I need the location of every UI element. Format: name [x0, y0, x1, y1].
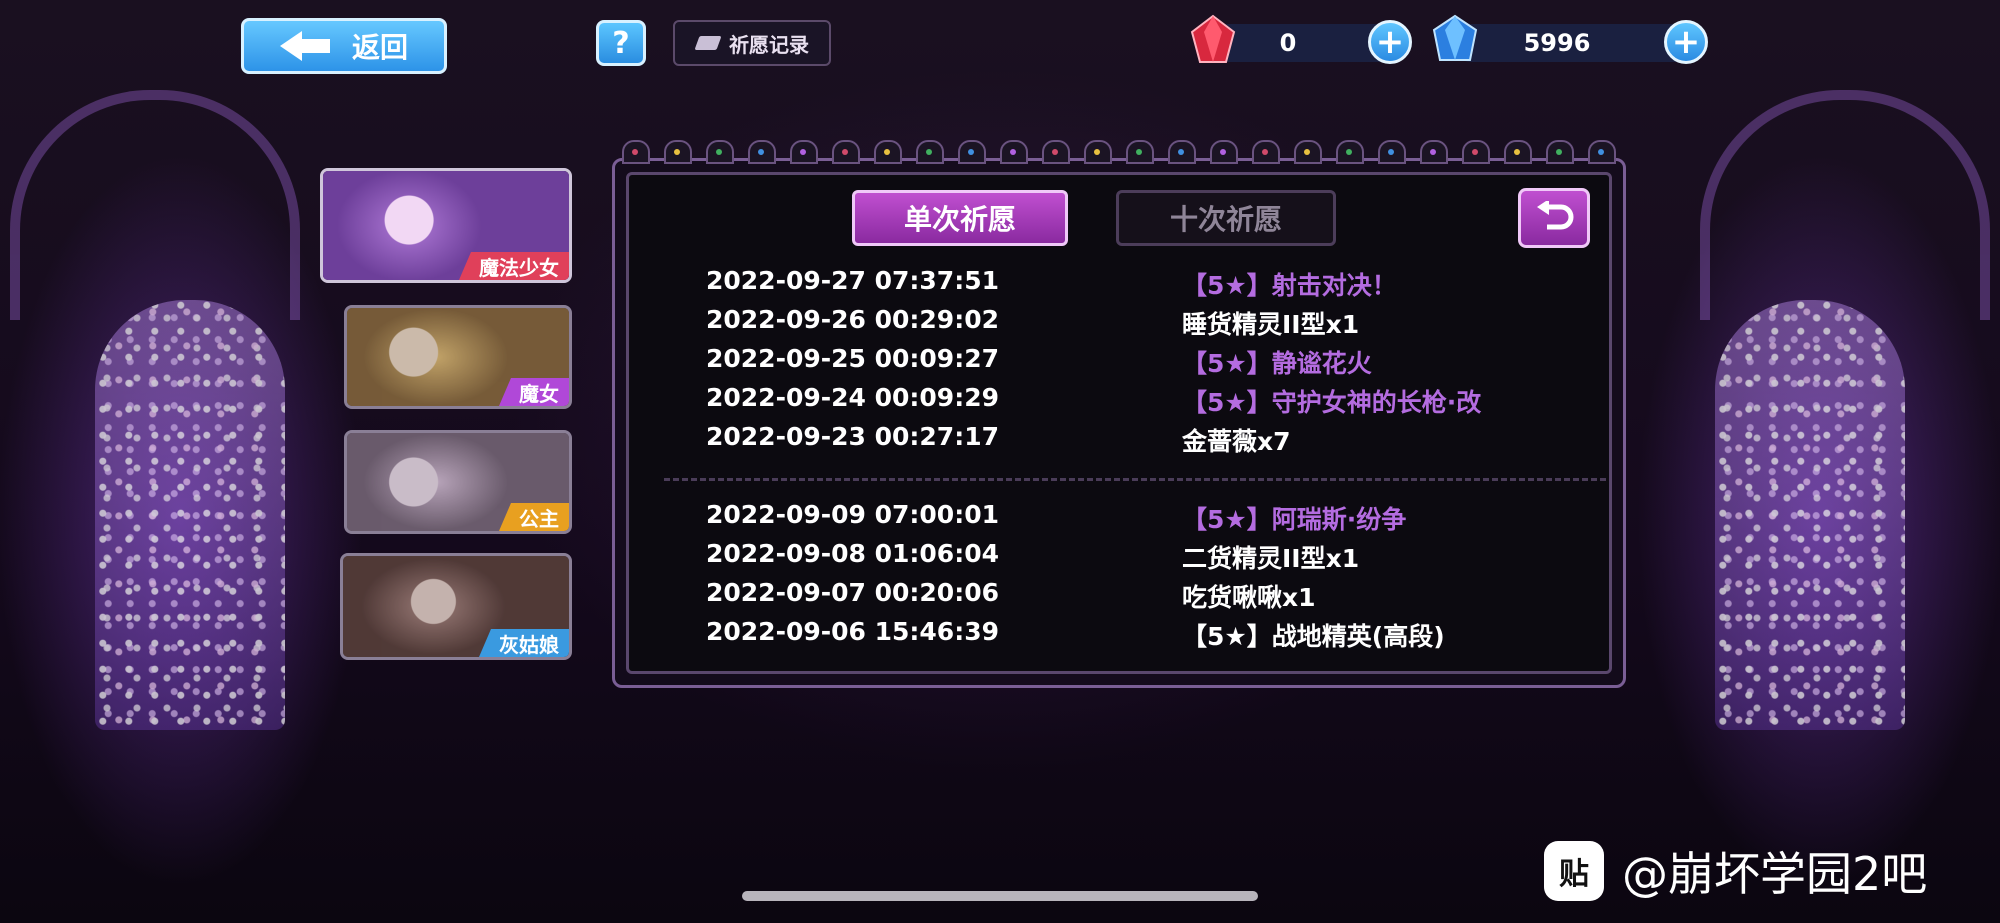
- record-item: 【5★】阿瑞斯·纷争: [1182, 505, 1407, 534]
- character-tag: 魔女: [499, 378, 569, 406]
- character-card-witch[interactable]: 魔女: [344, 305, 572, 409]
- record-time: 2022-09-09 07:00:01: [706, 500, 999, 529]
- record-item: 【5★】守护女神的长枪·改: [1182, 388, 1482, 417]
- list-item: 2022-09-08 01:06:04 二货精灵II型x1: [706, 539, 1586, 578]
- back-button-label: 返回: [351, 31, 408, 64]
- list-item: 2022-09-09 07:00:01 【5★】阿瑞斯·纷争: [706, 500, 1586, 539]
- record-time: 2022-09-23 00:27:17: [706, 422, 999, 451]
- stained-glass-window-left: [95, 300, 285, 730]
- return-arrow-icon: [1537, 201, 1574, 230]
- character-card-magical-girl[interactable]: 魔法少女: [320, 168, 572, 283]
- record-item: 吃货啾啾x1: [1182, 583, 1316, 612]
- record-time: 2022-09-26 00:29:02: [706, 305, 999, 334]
- panel-top-ornament: [622, 140, 1616, 168]
- record-item: 【5★】射击对决！: [1182, 271, 1397, 300]
- watermark: 贴 @崩坏学园2吧: [1544, 838, 1927, 904]
- blue-crystal-value: 5996: [1523, 29, 1591, 57]
- tab-ten-wish[interactable]: 十次祈愿: [1116, 190, 1336, 246]
- character-tag: 灰姑娘: [479, 629, 569, 657]
- character-card-cinderella[interactable]: 灰姑娘: [340, 553, 572, 660]
- watermark-text: @崩坏学园2吧: [1622, 847, 1928, 901]
- record-item: 金蔷薇x7: [1182, 427, 1291, 456]
- record-item: 【5★】战地精英(高段): [1182, 622, 1445, 651]
- red-gem-counter: 0 +: [1190, 14, 1412, 64]
- wish-record-label: 祈愿记录: [729, 32, 809, 57]
- record-group-divider: [664, 478, 1606, 481]
- list-item: 2022-09-24 00:09:29 【5★】守护女神的长枪·改: [706, 383, 1586, 422]
- quill-icon: [695, 32, 721, 54]
- tieba-logo-icon: 贴: [1544, 841, 1604, 901]
- record-time: 2022-09-24 00:09:29: [706, 383, 999, 412]
- tab-single-wish[interactable]: 单次祈愿: [852, 190, 1068, 246]
- character-tag: 魔法少女: [459, 252, 569, 280]
- record-group-1: 2022-09-27 07:37:51 【5★】射击对决！ 2022-09-26…: [706, 266, 1586, 461]
- list-item: 2022-09-06 15:46:39 【5★】战地精英(高段): [706, 617, 1586, 656]
- list-item: 2022-09-23 00:27:17 金蔷薇x7: [706, 422, 1586, 461]
- blue-crystal-counter: 5996 +: [1432, 14, 1708, 64]
- record-time: 2022-09-25 00:09:27: [706, 344, 999, 373]
- add-blue-crystal-button[interactable]: +: [1664, 20, 1708, 64]
- character-card-princess[interactable]: 公主: [344, 430, 572, 534]
- red-gem-value: 0: [1279, 29, 1297, 57]
- record-time: 2022-09-06 15:46:39: [706, 617, 999, 646]
- character-tag: 公主: [499, 503, 569, 531]
- record-group-2: 2022-09-09 07:00:01 【5★】阿瑞斯·纷争 2022-09-0…: [706, 500, 1586, 656]
- record-time: 2022-09-07 00:20:06: [706, 578, 999, 607]
- back-button[interactable]: 返回: [241, 18, 447, 74]
- back-arrow-icon: [279, 31, 330, 61]
- record-item: 二货精灵II型x1: [1182, 544, 1360, 573]
- record-item: 睡货精灵II型x1: [1182, 310, 1360, 339]
- wish-record-button[interactable]: 祈愿记录: [673, 20, 831, 66]
- list-item: 2022-09-25 00:09:27 【5★】静谧花火: [706, 344, 1586, 383]
- home-indicator[interactable]: [742, 891, 1258, 901]
- list-item: 2022-09-27 07:37:51 【5★】射击对决！: [706, 266, 1586, 305]
- list-item: 2022-09-26 00:29:02 睡货精灵II型x1: [706, 305, 1586, 344]
- record-time: 2022-09-08 01:06:04: [706, 539, 999, 568]
- return-button[interactable]: [1518, 188, 1590, 248]
- record-time: 2022-09-27 07:37:51: [706, 266, 999, 295]
- add-red-gem-button[interactable]: +: [1368, 20, 1412, 64]
- record-item: 【5★】静谧花火: [1182, 349, 1372, 378]
- stained-glass-window-right: [1715, 300, 1905, 730]
- list-item: 2022-09-07 00:20:06 吃货啾啾x1: [706, 578, 1586, 617]
- help-button[interactable]: ?: [596, 20, 646, 66]
